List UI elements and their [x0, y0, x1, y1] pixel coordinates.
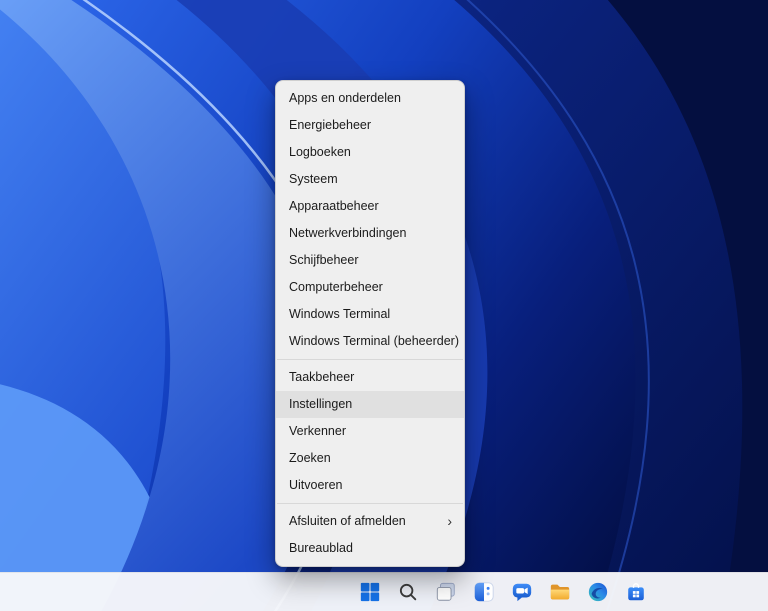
menu-item-schijfbeheer[interactable]: Schijfbeheer	[276, 247, 464, 274]
search-icon	[399, 583, 417, 601]
taskbar-icon-strip	[352, 573, 654, 611]
widgets-icon	[474, 582, 494, 602]
taskbar	[0, 572, 768, 611]
taskbar-store-button[interactable]	[618, 576, 654, 608]
menu-item-uitvoeren[interactable]: Uitvoeren	[276, 472, 464, 499]
taskbar-task-view-button[interactable]	[428, 576, 464, 608]
submenu-chevron-icon: ›	[447, 513, 452, 529]
menu-item-netwerkverbindingen[interactable]: Netwerkverbindingen	[276, 220, 464, 247]
taskbar-start-button[interactable]	[352, 576, 388, 608]
menu-item-zoeken[interactable]: Zoeken	[276, 445, 464, 472]
menu-item-energiebeheer[interactable]: Energiebeheer	[276, 112, 464, 139]
taskbar-widgets-button[interactable]	[466, 576, 502, 608]
file-explorer-icon	[550, 584, 570, 600]
menu-separator	[277, 359, 463, 360]
menu-item-windows-terminal-beheerder[interactable]: Windows Terminal (beheerder)	[276, 328, 464, 355]
taskbar-search-button[interactable]	[390, 576, 426, 608]
winx-context-menu: Apps en onderdelen Energiebeheer Logboek…	[275, 80, 465, 567]
menu-item-apparaatbeheer[interactable]: Apparaatbeheer	[276, 193, 464, 220]
menu-item-taakbeheer[interactable]: Taakbeheer	[276, 364, 464, 391]
taskbar-file-explorer-button[interactable]	[542, 576, 578, 608]
menu-item-systeem[interactable]: Systeem	[276, 166, 464, 193]
edge-browser-icon	[588, 582, 608, 602]
taskbar-chat-button[interactable]	[504, 576, 540, 608]
menu-item-afsluiten-of-afmelden[interactable]: Afsluiten of afmelden ›	[276, 508, 464, 535]
menu-item-computerbeheer[interactable]: Computerbeheer	[276, 274, 464, 301]
menu-item-windows-terminal[interactable]: Windows Terminal	[276, 301, 464, 328]
menu-item-logboeken[interactable]: Logboeken	[276, 139, 464, 166]
menu-item-instellingen[interactable]: Instellingen	[276, 391, 464, 418]
menu-separator	[277, 503, 463, 504]
microsoft-store-icon	[628, 583, 644, 601]
menu-item-apps-en-onderdelen[interactable]: Apps en onderdelen	[276, 85, 464, 112]
taskbar-edge-button[interactable]	[580, 576, 616, 608]
task-view-icon	[436, 582, 455, 601]
menu-item-bureaublad[interactable]: Bureaublad	[276, 535, 464, 562]
menu-item-label: Afsluiten of afmelden	[289, 514, 406, 528]
chat-icon	[512, 583, 532, 602]
windows-logo-icon	[360, 582, 380, 602]
menu-item-verkenner[interactable]: Verkenner	[276, 418, 464, 445]
